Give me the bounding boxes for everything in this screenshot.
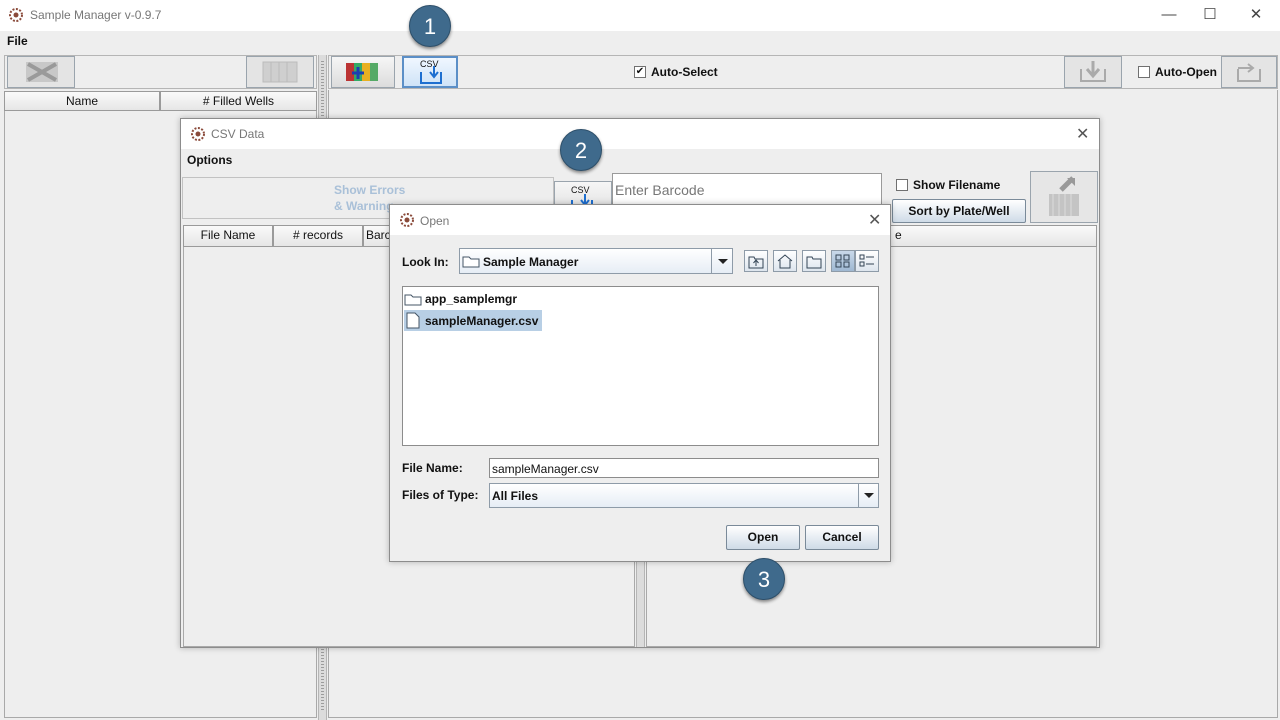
column-header-file-name[interactable]: File Name xyxy=(183,225,273,247)
open-dialog: Open ✕ Look In: Sample Manager app_sampl… xyxy=(389,204,891,562)
file-list[interactable]: app_samplemgr sampleManager.csv xyxy=(402,286,879,446)
import-csv-icon xyxy=(420,66,442,84)
show-filename-checkbox[interactable] xyxy=(896,179,908,191)
auto-select-label: Auto-Select xyxy=(651,65,718,79)
plate-grid-icon xyxy=(262,61,298,83)
file-name-text: app_samplemgr xyxy=(425,292,518,306)
csv-dialog-title: CSV Data xyxy=(211,127,265,141)
step-badge-2: 2 xyxy=(560,129,602,171)
barcode-placeholder: Enter Barcode xyxy=(615,182,705,198)
list-view-icon[interactable] xyxy=(831,250,855,272)
plate-view-button[interactable] xyxy=(246,56,314,88)
auto-open-checkbox[interactable] xyxy=(1138,66,1150,78)
title-bar: Sample Manager v-0.9.7 — ☐ ✕ xyxy=(0,0,1280,31)
close-icon[interactable]: ✕ xyxy=(868,210,881,230)
app-logo-icon xyxy=(191,127,205,141)
step-badge-1: 1 xyxy=(409,5,451,47)
file-name-value: sampleManager.csv xyxy=(492,462,599,476)
files-of-type-value: All Files xyxy=(492,489,539,503)
home-icon[interactable] xyxy=(773,250,797,272)
minimize-button[interactable]: — xyxy=(1146,4,1192,26)
open-plate-button[interactable] xyxy=(1221,56,1277,88)
sort-plate-well-button[interactable]: Sort by Plate/Well xyxy=(892,199,1026,223)
show-filename-label: Show Filename xyxy=(913,178,1001,192)
files-of-type-select[interactable]: All Files xyxy=(489,483,879,508)
tray-arrow-icon xyxy=(1237,63,1261,82)
look-in-select[interactable]: Sample Manager xyxy=(459,248,733,274)
menu-bar: File xyxy=(0,31,1280,53)
export-plate-button[interactable] xyxy=(1030,171,1098,223)
look-in-label: Look In: xyxy=(402,255,449,269)
maximize-button[interactable]: ☐ xyxy=(1187,4,1233,26)
folder-icon xyxy=(462,256,480,268)
add-plate-icon xyxy=(346,63,378,81)
csv-dialog-titlebar: CSV Data ✕ xyxy=(181,119,1099,149)
list-item[interactable]: sampleManager.csv xyxy=(404,310,542,331)
download-tray-icon xyxy=(1080,61,1106,82)
window-title: Sample Manager v-0.9.7 xyxy=(30,8,162,22)
new-folder-icon[interactable] xyxy=(802,250,826,272)
column-header-records[interactable]: # records xyxy=(273,225,363,247)
chevron-down-icon[interactable] xyxy=(858,484,879,507)
remove-button[interactable] xyxy=(7,56,75,88)
cancel-button[interactable]: Cancel xyxy=(805,525,879,550)
list-item[interactable]: app_samplemgr xyxy=(404,289,524,309)
look-in-value: Sample Manager xyxy=(483,255,579,269)
open-button[interactable]: Open xyxy=(726,525,800,550)
export-plate-icon xyxy=(1049,176,1079,216)
import-csv-button[interactable]: CSV xyxy=(402,56,458,88)
menu-file[interactable]: File xyxy=(7,34,28,48)
file-name-label: File Name: xyxy=(402,461,463,475)
column-header-filled-wells[interactable]: # Filled Wells xyxy=(160,91,317,111)
export-button[interactable] xyxy=(1064,56,1122,88)
add-plate-button[interactable] xyxy=(331,56,395,88)
show-errors-label: Show Errors xyxy=(334,183,406,197)
menu-options[interactable]: Options xyxy=(187,153,232,167)
open-dialog-titlebar: Open ✕ xyxy=(390,205,890,235)
file-name-input[interactable]: sampleManager.csv xyxy=(489,458,879,478)
open-dialog-title: Open xyxy=(420,214,450,228)
files-of-type-label: Files of Type: xyxy=(402,488,479,502)
close-icon[interactable]: ✕ xyxy=(1076,124,1089,144)
auto-open-label: Auto-Open xyxy=(1155,65,1217,79)
app-logo-icon xyxy=(400,213,414,227)
step-badge-3: 3 xyxy=(743,558,785,600)
column-header-name[interactable]: Name xyxy=(4,91,160,111)
file-icon xyxy=(406,312,420,329)
folder-icon xyxy=(404,294,422,306)
app-logo-icon xyxy=(9,8,23,22)
auto-select-checkbox[interactable]: ✔ xyxy=(634,66,646,78)
close-button[interactable]: ✕ xyxy=(1233,4,1279,26)
remove-plate-icon xyxy=(26,62,58,82)
details-view-icon[interactable] xyxy=(855,250,879,272)
chevron-down-icon[interactable] xyxy=(711,249,733,273)
show-errors-label-2: & Warning xyxy=(334,199,394,213)
up-folder-icon[interactable] xyxy=(744,250,768,272)
right-toolbar xyxy=(328,55,1278,89)
file-name-text: sampleManager.csv xyxy=(425,314,539,328)
barcode-input[interactable]: Enter Barcode xyxy=(612,173,882,207)
